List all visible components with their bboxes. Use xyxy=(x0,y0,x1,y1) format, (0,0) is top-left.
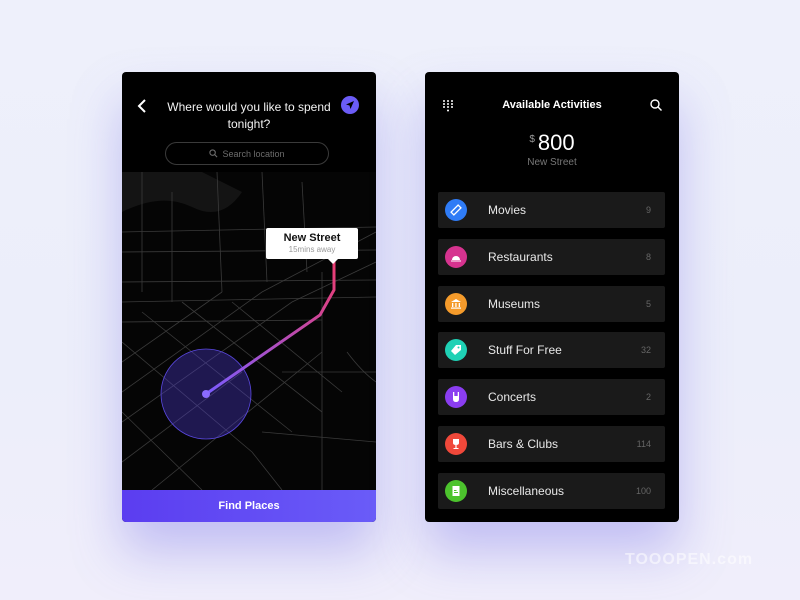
map-screen: Where would you like to spend tonight? S… xyxy=(122,72,376,522)
activities-list: Movies 9 Restaurants 8 Museums 5 Stuff F… xyxy=(438,192,665,520)
search-placeholder: Search location xyxy=(222,148,285,159)
activity-count: 5 xyxy=(645,298,651,309)
activity-item-museums[interactable]: Museums 5 xyxy=(438,285,665,322)
activity-item-miscellaneous[interactable]: Miscellaneous 100 xyxy=(438,472,665,509)
activity-label: Museums xyxy=(488,296,541,311)
museum-icon xyxy=(445,292,467,315)
activity-count: 2 xyxy=(645,392,651,403)
activity-label: Restaurants xyxy=(488,249,553,264)
currency-symbol: $ xyxy=(529,134,535,145)
activity-item-concerts[interactable]: Concerts 2 xyxy=(438,379,665,416)
destination-eta: 15mins away xyxy=(288,245,336,254)
wine-glass-icon xyxy=(445,432,467,455)
cloche-icon xyxy=(445,245,467,268)
tag-icon xyxy=(445,339,467,362)
activities-screen: Available Activities $800 New Street Mov… xyxy=(425,72,679,522)
activity-item-stuff-for-free[interactable]: Stuff For Free 32 xyxy=(438,332,665,369)
location-label: New Street xyxy=(527,157,577,168)
origin-marker xyxy=(202,390,210,398)
activity-label: Stuff For Free xyxy=(488,343,562,358)
city-map[interactable] xyxy=(122,172,376,490)
navigation-arrow-icon xyxy=(346,101,354,109)
find-places-button[interactable]: Find Places xyxy=(122,490,376,522)
activity-count: 100 xyxy=(635,485,651,496)
activity-item-bars-clubs[interactable]: Bars & Clubs 114 xyxy=(438,425,665,462)
activity-item-movies[interactable]: Movies 9 xyxy=(438,192,665,228)
activity-count: 32 xyxy=(640,345,651,356)
rock-hand-icon xyxy=(445,386,467,409)
dialpad-menu-icon[interactable] xyxy=(442,99,454,113)
search-icon xyxy=(209,149,218,158)
amount-value: 800 xyxy=(537,130,575,155)
question-title: Where would you like to spend tonight? xyxy=(167,100,331,131)
destination-tooltip[interactable]: New Street 15mins away xyxy=(266,228,358,264)
activity-count: 9 xyxy=(645,205,651,215)
back-arrow-icon[interactable] xyxy=(136,98,150,114)
budget-amount: $800 xyxy=(425,130,679,156)
notepad-icon xyxy=(445,479,467,502)
activity-count: 114 xyxy=(636,438,651,449)
search-location-input[interactable]: Search location xyxy=(165,142,329,165)
activity-label: Miscellaneous xyxy=(488,483,565,498)
activity-label: Bars & Clubs xyxy=(488,436,559,451)
destination-name: New Street xyxy=(283,232,341,244)
ticket-icon xyxy=(445,199,467,221)
activity-label: Movies xyxy=(488,203,527,217)
activity-label: Concerts xyxy=(488,390,537,405)
page-title: Available Activities xyxy=(502,99,602,111)
location-button[interactable] xyxy=(341,96,359,114)
activity-count: 8 xyxy=(645,251,651,262)
watermark: TOOOPEN.com xyxy=(625,551,754,568)
activity-item-restaurants[interactable]: Restaurants 8 xyxy=(438,238,665,275)
search-icon[interactable] xyxy=(649,98,663,112)
